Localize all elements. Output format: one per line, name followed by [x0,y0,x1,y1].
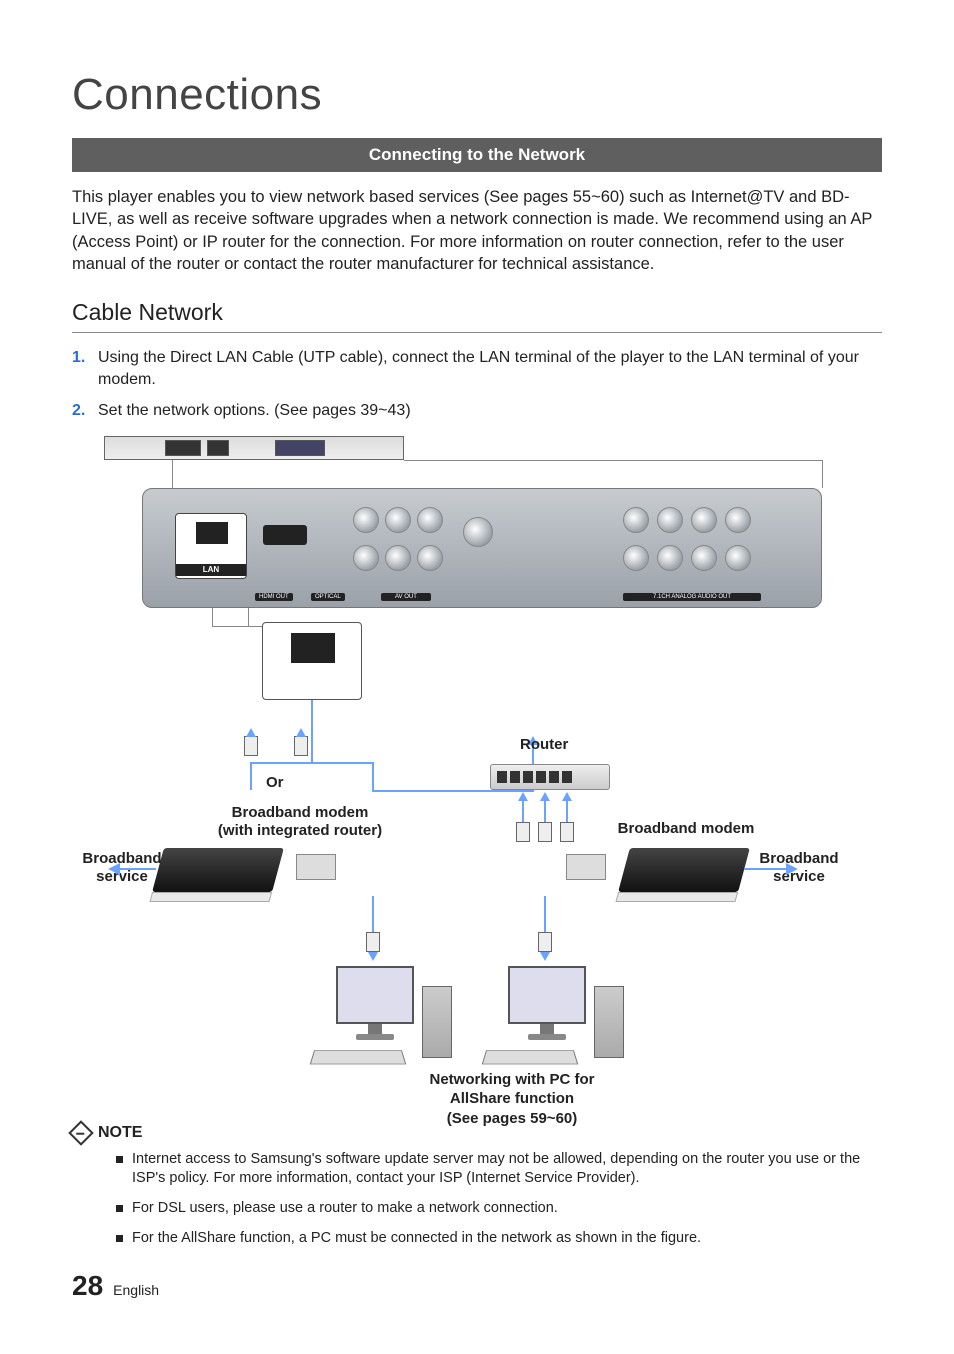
step-text: Using the Direct LAN Cable (UTP cable), … [98,347,882,390]
page-title: Connections [72,70,882,120]
rj45-plug-icon [560,822,574,842]
page-footer: 28 English [72,1270,159,1302]
router-icon [490,764,610,790]
rj45-plug-icon [516,822,530,842]
step-number: 2. [72,400,98,422]
broadband-modem-icon [618,848,750,892]
notes-list: Internet access to Samsung's software up… [72,1150,882,1248]
av-out-label: AV OUT [381,593,431,601]
step-text: Set the network options. (See pages 39~4… [98,400,411,422]
note-icon [68,1120,93,1145]
lan-closeup [262,622,362,700]
hdmi-out-label: HDMI OUT [255,593,293,601]
step-number: 1. [72,347,98,390]
player-rear-small [104,436,404,460]
divider [72,332,882,333]
pc-icon [302,966,452,1076]
subsection-heading: Cable Network [72,299,882,326]
note-item: Internet access to Samsung's software up… [116,1150,882,1189]
steps-list: 1. Using the Direct LAN Cable (UTP cable… [72,347,882,422]
router-label: Router [520,736,568,754]
section-heading-bar: Connecting to the Network [72,138,882,172]
rj45-plug-icon [538,932,552,952]
rj45-plug-icon [244,736,258,756]
language-label: English [113,1282,159,1298]
rj45-plug-icon [538,822,552,842]
broadband-modem-label: Broadband modem [596,820,776,838]
rj45-plug-icon [294,736,308,756]
lan-label: LAN [176,564,246,576]
modem-rear-icon [566,854,606,880]
note-item: For DSL users, please use a router to ma… [116,1199,882,1219]
player-rear-panel: LAN HDMI OUT OPTICAL AV OUT 7.1CH ANALOG… [142,488,822,608]
lan-terminal: LAN [175,513,247,579]
optical-label: OPTICAL [311,593,345,601]
page-number: 28 [72,1270,103,1302]
or-label: Or [266,774,284,792]
integrated-modem-label: Broadband modem (with integrated router) [190,804,410,840]
note-item: For the AllShare function, a PC must be … [116,1229,882,1249]
step-item: 1. Using the Direct LAN Cable (UTP cable… [72,347,882,390]
step-item: 2. Set the network options. (See pages 3… [72,400,882,422]
analog-out-label: 7.1CH ANALOG AUDIO OUT [623,593,761,601]
rj45-plug-icon [366,932,380,952]
intro-paragraph: This player enables you to view network … [72,186,882,275]
pc-icon [474,966,624,1076]
modem-rear-icon [296,854,336,880]
note-label: NOTE [98,1124,142,1142]
network-diagram: LAN HDMI OUT OPTICAL AV OUT 7.1CH ANALOG… [72,436,882,1116]
diagram-caption: Networking with PC for AllShare function… [382,1070,642,1129]
